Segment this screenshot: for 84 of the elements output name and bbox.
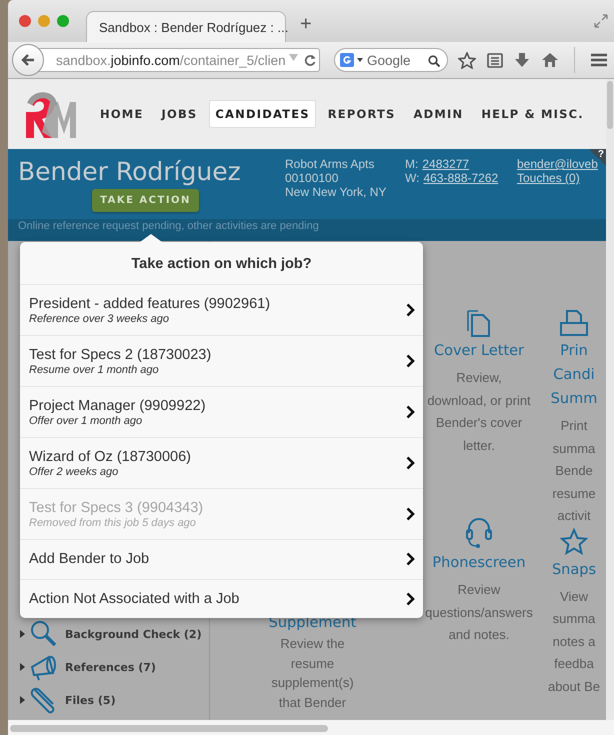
browser-tab[interactable]: Sandbox : Bender Rodríguez : ... bbox=[86, 11, 286, 42]
card-description-line: Review the bbox=[280, 635, 345, 653]
card-description-line: Review, bbox=[456, 369, 502, 387]
back-arrow-icon bbox=[21, 54, 35, 66]
job-option[interactable]: President - added features (9902961) Reference over 3 weeks ago bbox=[20, 284, 423, 335]
job-option[interactable]: Action Not Associated with a Job bbox=[20, 578, 423, 618]
magnifier-icon bbox=[29, 620, 57, 648]
nav-tab[interactable]: REPORTS bbox=[322, 100, 402, 128]
chevron-right-icon bbox=[406, 552, 415, 566]
card-description-line: resume bbox=[552, 484, 596, 502]
chevron-right-icon bbox=[406, 405, 415, 419]
printer-icon[interactable] bbox=[559, 309, 589, 337]
search-icon[interactable] bbox=[428, 55, 440, 67]
google-icon bbox=[340, 53, 354, 67]
phone-label: W: bbox=[405, 171, 420, 185]
phone-link[interactable]: 2483277 bbox=[422, 157, 470, 171]
card-description-line: summa bbox=[552, 440, 596, 458]
paperclip-icon bbox=[29, 686, 57, 714]
fullscreen-icon[interactable] bbox=[594, 14, 608, 28]
card-description-line: about Be bbox=[548, 678, 600, 696]
card-description-line: resume bbox=[290, 654, 334, 672]
bookmark-star-icon[interactable] bbox=[458, 52, 476, 68]
card-description-line: activit bbox=[557, 507, 591, 525]
contact-link[interactable]: Touches (0) bbox=[517, 171, 598, 185]
card-description-line: letter. bbox=[463, 436, 495, 454]
chevron-right-icon bbox=[406, 456, 415, 470]
job-option[interactable]: Test for Specs 2 (18730023) Resume over 1 month ago bbox=[20, 335, 423, 386]
dropdown-icon[interactable] bbox=[357, 58, 363, 62]
expand-arrow-icon[interactable] bbox=[20, 696, 25, 704]
card-description-line: download, or print bbox=[427, 392, 531, 410]
status-message: Online reference request pending, other activities are pending bbox=[18, 220, 319, 232]
expand-arrow-icon[interactable] bbox=[20, 663, 25, 671]
close-window-button[interactable] bbox=[19, 15, 31, 27]
job-option[interactable]: Project Manager (9909922) Offer over 1 month ago bbox=[20, 386, 423, 437]
card-description-line: notes a bbox=[552, 632, 596, 650]
back-button[interactable] bbox=[12, 44, 44, 76]
expand-arrow-icon[interactable] bbox=[20, 630, 25, 638]
job-option[interactable]: Wizard of Oz (18730006) Offer 2 weeks ago bbox=[20, 437, 423, 488]
nav-tab[interactable]: HELP & MISC. bbox=[475, 100, 590, 128]
popup-title: Take action on which job? bbox=[130, 255, 313, 274]
job-option[interactable]: Add Bender to Job bbox=[20, 539, 423, 578]
card-description-line: summa bbox=[552, 610, 596, 628]
reading-list-icon[interactable] bbox=[487, 52, 503, 68]
card-description-line: and notes. bbox=[448, 626, 510, 644]
card-description-line: questions/answers bbox=[425, 604, 533, 622]
reload-icon[interactable] bbox=[304, 54, 316, 66]
chevron-right-icon bbox=[406, 303, 415, 317]
nav-tab[interactable]: CANDIDATES bbox=[209, 100, 316, 128]
card-description-line: Review bbox=[458, 581, 500, 599]
phone-link[interactable]: 463-888-7262 bbox=[423, 171, 498, 185]
address-line: 00100100 bbox=[285, 171, 340, 185]
card-description-line: Print bbox=[560, 417, 588, 435]
chevron-right-icon bbox=[406, 592, 415, 606]
sidebar-item[interactable]: Files (5) bbox=[65, 694, 116, 706]
nav-tab[interactable]: JOBS bbox=[156, 100, 204, 128]
vertical-scrollbar[interactable] bbox=[606, 79, 614, 720]
address-line: New New York, NY bbox=[285, 185, 388, 199]
card-description-line: feedba bbox=[554, 655, 594, 673]
megaphone-icon bbox=[29, 653, 57, 681]
sidebar-item[interactable]: References (7) bbox=[65, 660, 156, 674]
card-description-line: Bender's cover bbox=[436, 414, 522, 432]
address-line: Robot Arms Apts bbox=[285, 157, 376, 171]
nav-tab[interactable]: HOME bbox=[94, 100, 150, 128]
headset-icon[interactable] bbox=[464, 515, 493, 549]
take-action-button[interactable]: TAKE ACTION bbox=[92, 189, 199, 212]
card-description-line: supplement(s) bbox=[271, 674, 354, 692]
card-description-line: View bbox=[560, 588, 588, 606]
url-text: sandbox.jobinfo.com/container_5/clien bbox=[56, 52, 286, 68]
phone-label: M: bbox=[405, 157, 418, 171]
star-icon[interactable] bbox=[560, 528, 588, 556]
new-tab-button[interactable]: + bbox=[300, 13, 312, 36]
sidebar-item[interactable]: Background Check (2) bbox=[65, 628, 202, 640]
home-icon[interactable] bbox=[541, 52, 559, 68]
menu-icon[interactable] bbox=[590, 53, 608, 67]
download-icon[interactable] bbox=[514, 52, 530, 68]
candidate-name: Bender Rodríguez bbox=[18, 157, 241, 186]
card-description-line: that Bender bbox=[278, 694, 346, 712]
chevron-right-icon bbox=[406, 507, 415, 521]
nav-tab[interactable]: ADMIN bbox=[408, 100, 470, 128]
search-field[interactable]: Google bbox=[334, 48, 448, 72]
document-icon[interactable] bbox=[466, 309, 492, 337]
chevron-right-icon bbox=[406, 354, 415, 368]
card-description-line: Bende bbox=[555, 462, 593, 480]
horizontal-scrollbar[interactable] bbox=[8, 720, 614, 735]
